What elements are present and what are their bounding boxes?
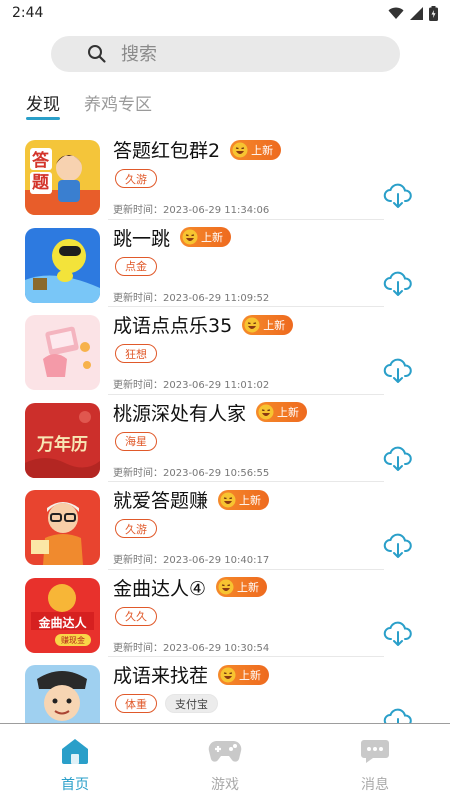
new-label: 上新 (201, 231, 224, 244)
update-time: 更新时间：2023-06-29 11:34:06 (113, 205, 270, 216)
app-title: 成语点点乐35 (113, 315, 233, 337)
download-cloud-icon[interactable] (383, 618, 413, 648)
download-cloud-icon[interactable] (383, 180, 413, 210)
publisher-tag: 久游 (115, 169, 157, 188)
thumb-text: 万年历 (37, 434, 88, 455)
laughing-face-icon (220, 492, 236, 508)
new-label: 上新 (251, 143, 274, 157)
search-input[interactable] (121, 43, 341, 65)
wifi-icon (388, 7, 404, 19)
list-item[interactable]: 金曲达人 赚现金 金曲达人④ 上新 久久 更新时间：2023-06-29 10:… (0, 570, 450, 657)
tab-bar: 发现 养鸡专区 (26, 90, 152, 120)
laughing-face-icon (218, 579, 234, 595)
nav-messages[interactable]: 消息 (300, 724, 450, 800)
new-label: 上新 (239, 493, 262, 507)
app-list[interactable]: 答题 答题红包群2 上新 久游 更新时间：2023-06-29 11:34:06 (0, 132, 450, 723)
battery-icon (429, 5, 438, 21)
signal-icon (410, 6, 423, 20)
app-title: 桃源深处有人家 (113, 402, 247, 425)
status-bar: 2:44 (0, 0, 450, 26)
publisher-tag: 久久 (115, 606, 157, 626)
new-label: 上新 (237, 581, 260, 594)
new-badge: 上新 (180, 227, 232, 247)
gamepad-icon (208, 738, 242, 764)
list-item[interactable]: 万年历 桃源深处有人家 上新 海星 更新时间：2023-06-29 10:56:… (0, 395, 450, 482)
update-time: 更新时间：2023-06-29 11:01:02 (113, 380, 270, 391)
status-icons (388, 5, 438, 21)
nav-messages-label: 消息 (361, 777, 389, 793)
laughing-face-icon (258, 404, 274, 420)
nav-home-label: 首页 (61, 777, 89, 793)
list-item[interactable]: 成语点点乐35 上新 狂想 更新时间：2023-06-29 11:01:02 (0, 307, 450, 395)
thumb-text: 金曲达人 (38, 615, 87, 630)
laughing-face-icon (182, 229, 198, 245)
update-time: 更新时间：2023-06-29 11:09:52 (113, 292, 270, 304)
new-label: 上新 (277, 406, 300, 419)
new-badge: 上新 (216, 577, 268, 597)
search-bar[interactable] (51, 36, 400, 72)
update-time: 更新时间：2023-06-29 10:40:17 (113, 555, 270, 566)
download-cloud-icon[interactable] (383, 268, 413, 298)
download-cloud-icon[interactable] (383, 530, 413, 560)
chat-icon (361, 738, 389, 764)
list-item[interactable]: 答题 答题红包群2 上新 久游 更新时间：2023-06-29 11:34:06 (0, 132, 450, 220)
update-time: 更新时间：2023-06-29 10:56:55 (113, 467, 270, 479)
new-badge: 上新 (218, 489, 270, 510)
download-cloud-icon[interactable] (383, 443, 413, 473)
app-thumbnail: 金曲达人 赚现金 (25, 577, 100, 653)
home-icon (61, 738, 89, 764)
nav-games[interactable]: 游戏 (150, 724, 300, 800)
search-icon (87, 44, 107, 64)
tab-chicken-zone[interactable]: 养鸡专区 (84, 90, 152, 120)
list-item[interactable]: 就爱答题赚 上新 久游 更新时间：2023-06-29 10:40:17 (0, 482, 450, 570)
download-cloud-icon[interactable] (383, 705, 413, 723)
laughing-face-icon (232, 142, 248, 158)
nav-home[interactable]: 首页 (0, 724, 150, 800)
publisher-tag: 体重 (115, 694, 157, 713)
app-thumbnail: 万年历 (25, 402, 100, 478)
publisher-tag: 海星 (115, 431, 157, 451)
list-item[interactable]: 成语来找茬 上新 体重 支付宝 (0, 657, 450, 723)
app-thumbnail (25, 227, 100, 303)
thumb-subtext: 赚现金 (61, 635, 85, 645)
new-badge: 上新 (242, 314, 294, 335)
new-label: 上新 (263, 318, 286, 332)
laughing-face-icon (220, 667, 236, 683)
publisher-tag: 点金 (115, 256, 157, 276)
nav-games-label: 游戏 (211, 777, 239, 793)
new-label: 上新 (239, 668, 262, 682)
bottom-nav: 首页 游戏 消息 (0, 723, 450, 800)
app-title: 成语来找茬 (113, 665, 209, 687)
payment-tag: 支付宝 (165, 694, 218, 713)
app-title: 跳一跳 (113, 227, 171, 250)
app-thumbnail (25, 665, 100, 723)
thumb-text: 答题 (32, 151, 49, 193)
download-cloud-icon[interactable] (383, 355, 413, 385)
app-title: 就爱答题赚 (113, 490, 209, 512)
list-item[interactable]: 跳一跳 上新 点金 更新时间：2023-06-29 11:09:52 (0, 220, 450, 307)
new-badge: 上新 (230, 139, 282, 160)
app-thumbnail: 答题 (25, 140, 100, 215)
app-title: 金曲达人④ (113, 577, 207, 600)
new-badge: 上新 (256, 402, 308, 422)
tab-discover[interactable]: 发现 (26, 90, 60, 120)
app-thumbnail (25, 490, 100, 565)
new-badge: 上新 (218, 664, 270, 685)
app-thumbnail (25, 315, 100, 390)
publisher-tag: 狂想 (115, 344, 157, 363)
status-time: 2:44 (12, 5, 44, 21)
app-title: 答题红包群2 (113, 140, 221, 162)
laughing-face-icon (244, 317, 260, 333)
update-time: 更新时间：2023-06-29 10:30:54 (113, 642, 270, 654)
publisher-tag: 久游 (115, 519, 157, 538)
